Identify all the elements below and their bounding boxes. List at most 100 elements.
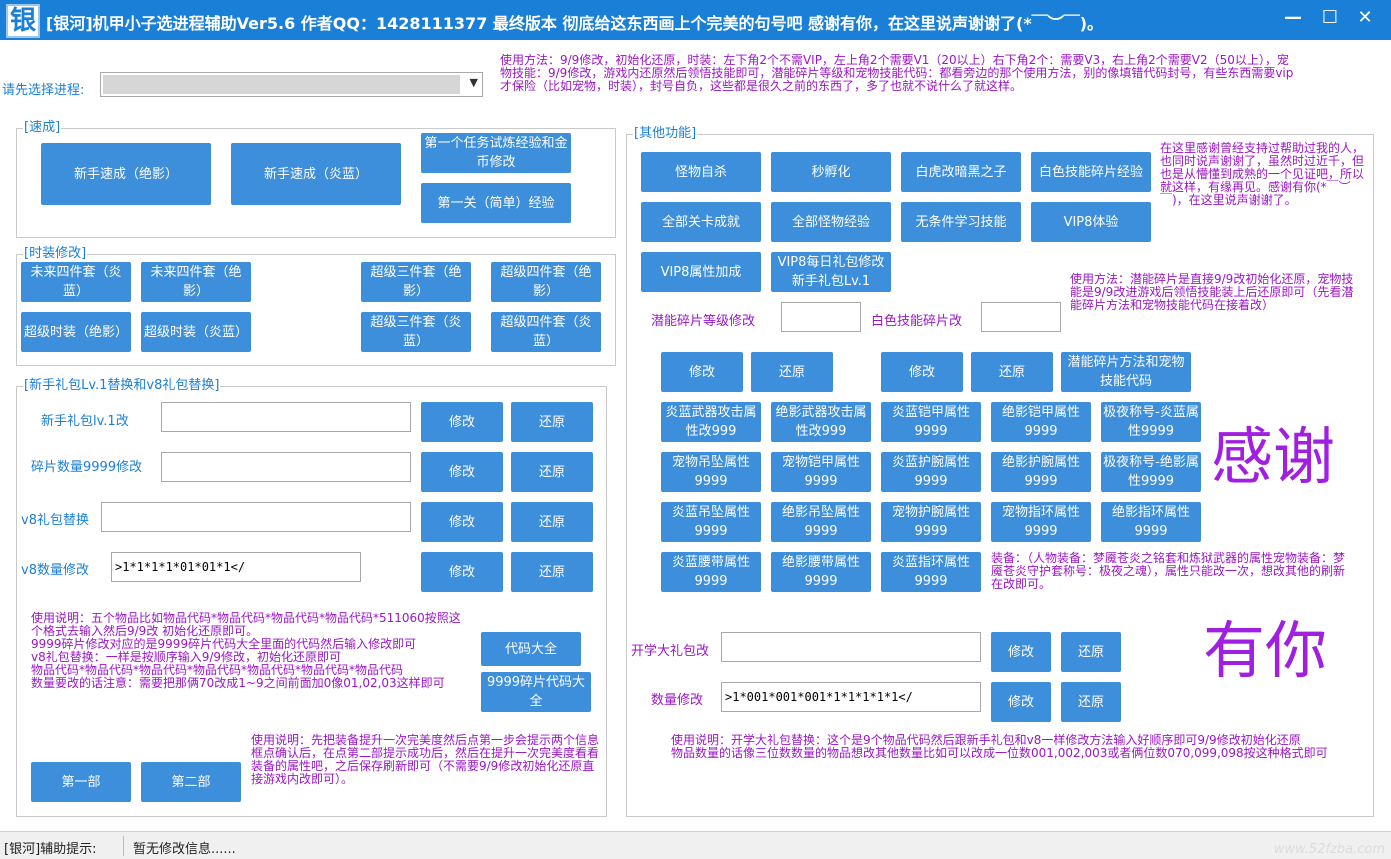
thanks-note: 在这里感谢曾经支持过帮助过我的人，也同时说声谢谢了，虽然时过近千，但也是从懵懂到… — [1160, 141, 1365, 207]
gift-row2-label: 碎片数量9999修改 — [31, 460, 143, 475]
process-select-value — [103, 75, 460, 94]
equip-button-14[interactable]: 宠物指环属性9999 — [991, 502, 1091, 542]
school-gift-label: 开学大礼包改 — [631, 644, 710, 659]
process-label: 请先选择进程: — [2, 83, 85, 98]
equip-button-15[interactable]: 绝影指环属性9999 — [1101, 502, 1201, 542]
part-usage-note: 使用说明：先把装备提升一次完美度然后点第一步会提示两个信息框点确认后，在点第二部… — [251, 733, 600, 786]
equip-button-10[interactable]: 极夜称号-绝影属性9999 — [1101, 452, 1201, 492]
speed-yanlan-button[interactable]: 新手速成（炎蓝） — [231, 143, 401, 205]
equip-button-5[interactable]: 极夜称号-炎蓝属性9999 — [1101, 402, 1201, 442]
equip-button-18[interactable]: 炎蓝指环属性9999 — [881, 552, 981, 592]
fashion-button-8[interactable]: 超级四件套（炎蓝） — [491, 312, 601, 352]
monster-suicide-button[interactable]: 怪物自杀 — [641, 152, 761, 192]
v8-count-input[interactable]: >1*1*1*1*01*01*1</ — [111, 552, 361, 582]
big-you-text: 有你 — [1203, 614, 1328, 687]
minimize-icon[interactable]: — — [1278, 6, 1308, 32]
big-thanks-text: 感谢 — [1211, 420, 1336, 493]
count-restore-button[interactable]: 还原 — [1061, 682, 1121, 722]
gift-row3-label: v8礼包替换 — [21, 513, 89, 528]
part1-button[interactable]: 第一部 — [31, 762, 131, 802]
status-bar: [银河]辅助提示: 暂无修改信息...... www.52fzba.com — [0, 831, 1391, 859]
white-shard-exp-button[interactable]: 白色技能碎片经验 — [1031, 152, 1151, 192]
count-label: 数量修改 — [651, 693, 704, 708]
school-gift-input[interactable] — [721, 632, 981, 662]
equip-button-17[interactable]: 绝影腰带属性9999 — [771, 552, 871, 592]
school-restore-button[interactable]: 还原 — [1061, 632, 1121, 672]
code-list-button[interactable]: 代码大全 — [481, 632, 581, 666]
count-input[interactable]: >1*001*001*001*1*1*1*1*1</ — [721, 682, 981, 712]
fashion-button-1[interactable]: 未来四件套（炎蓝） — [21, 262, 131, 302]
potential-usage-note: 使用方法：潜能碎片是直接9/9改初始化还原，宠物技能是9/9改进游戏后领悟技能装… — [1070, 272, 1354, 312]
all-monster-exp-button[interactable]: 全部怪物经验 — [771, 202, 891, 242]
equip-button-16[interactable]: 炎蓝腰带属性9999 — [661, 552, 761, 592]
school-usage-note: 使用说明：开学大礼包替换：这个是9个物品代码然后跟新手礼包和v8一样修改方法输入… — [671, 733, 1328, 760]
vip8-attr-button[interactable]: VIP8属性加成 — [641, 252, 761, 292]
instant-hatch-button[interactable]: 秒孵化 — [771, 152, 891, 192]
maximize-icon[interactable]: ☐ — [1315, 6, 1345, 32]
gift-row3-modify-button[interactable]: 修改 — [421, 502, 503, 542]
equip-button-4[interactable]: 绝影铠甲属性9999 — [991, 402, 1091, 442]
white-restore-button[interactable]: 还原 — [971, 352, 1053, 392]
watermark-text: www.52fzba.com — [1273, 842, 1385, 857]
process-select[interactable]: ▼ — [100, 72, 483, 97]
fashion-button-3[interactable]: 超级三件套（绝影） — [361, 262, 471, 302]
close-icon[interactable]: ✕ — [1350, 6, 1380, 32]
chevron-down-icon[interactable]: ▼ — [470, 76, 478, 89]
status-message: 暂无修改信息...... — [133, 842, 236, 857]
white-modify-button[interactable]: 修改 — [881, 352, 963, 392]
tiger-change-button[interactable]: 白虎改暗黑之子 — [901, 152, 1021, 192]
fashion-button-6[interactable]: 超级时装（炎蓝） — [141, 312, 251, 352]
fashion-button-4[interactable]: 超级四件套（绝影） — [491, 262, 601, 302]
v8-gift-input[interactable] — [101, 502, 411, 532]
gift-lv1-input[interactable] — [161, 402, 411, 432]
gift-row3-restore-button[interactable]: 还原 — [511, 502, 593, 542]
top-usage-note: 使用方法：9/9修改，初始化还原，时装：左下角2个不需VIP，左上角2个需要V1… — [500, 53, 1294, 93]
first-task-exp-button[interactable]: 第一个任务试炼经验和金币修改 — [421, 133, 571, 173]
count-modify-button[interactable]: 修改 — [991, 682, 1051, 722]
learn-skill-button[interactable]: 无条件学习技能 — [901, 202, 1021, 242]
potential-restore-button[interactable]: 还原 — [751, 352, 833, 392]
part2-button[interactable]: 第二部 — [141, 762, 241, 802]
equip-button-6[interactable]: 宠物吊坠属性9999 — [661, 452, 761, 492]
potential-modify-button[interactable]: 修改 — [661, 352, 743, 392]
gift-row2-modify-button[interactable]: 修改 — [421, 452, 503, 492]
title-bar: 银 [银河]机甲小子选进程辅助Ver5.6 作者QQ：1428111377 最终… — [0, 0, 1391, 40]
potential-input[interactable] — [781, 302, 861, 332]
fashion-group-title: [时装修改] — [23, 246, 88, 262]
window-title: [银河]机甲小子选进程辅助Ver5.6 作者QQ：1428111377 最终版本… — [46, 14, 1104, 33]
fashion-button-7[interactable]: 超级三件套（炎蓝） — [361, 312, 471, 352]
vip8-trial-button[interactable]: VIP8体验 — [1031, 202, 1151, 242]
fashion-button-2[interactable]: 未来四件套（绝影） — [141, 262, 251, 302]
equip-button-2[interactable]: 绝影武器攻击属性改999 — [771, 402, 871, 442]
fashion-button-5[interactable]: 超级时装（绝影） — [21, 312, 131, 352]
other-group-title: [其他功能] — [633, 126, 698, 142]
shard-code-list-button[interactable]: 9999碎片代码大全 — [481, 672, 591, 712]
equip-button-13[interactable]: 宠物护腕属性9999 — [881, 502, 981, 542]
gift-group-title: [新手礼包Lv.1替换和v8礼包替换] — [23, 378, 221, 394]
level1-exp-button[interactable]: 第一关（简单）经验 — [421, 183, 571, 223]
speed-jueying-button[interactable]: 新手速成（绝影） — [41, 143, 211, 205]
equip-button-12[interactable]: 绝影吊坠属性9999 — [771, 502, 871, 542]
equip-button-8[interactable]: 炎蓝护腕属性9999 — [881, 452, 981, 492]
status-divider — [123, 836, 124, 856]
gift-row4-restore-button[interactable]: 还原 — [511, 552, 593, 592]
gift-row4-label: v8数量修改 — [21, 563, 89, 578]
gift-row4-modify-button[interactable]: 修改 — [421, 552, 503, 592]
equip-button-1[interactable]: 炎蓝武器攻击属性改999 — [661, 402, 761, 442]
white-shard-input[interactable] — [981, 302, 1061, 332]
equip-button-9[interactable]: 绝影护腕属性9999 — [991, 452, 1091, 492]
school-modify-button[interactable]: 修改 — [991, 632, 1051, 672]
equip-button-11[interactable]: 炎蓝吊坠属性9999 — [661, 502, 761, 542]
equip-button-7[interactable]: 宠物铠甲属性9999 — [771, 452, 871, 492]
equip-note: 装备：（人物装备：梦魇苍炎之铭套和炼狱武器的属性宠物装备：梦魇苍炎守护套称号：极… — [991, 551, 1346, 591]
gift-row1-modify-button[interactable]: 修改 — [421, 402, 503, 442]
all-levels-button[interactable]: 全部关卡成就 — [641, 202, 761, 242]
gift-row2-restore-button[interactable]: 还原 — [511, 452, 593, 492]
equip-button-3[interactable]: 炎蓝铠甲属性9999 — [881, 402, 981, 442]
shard-count-input[interactable] — [161, 452, 411, 482]
gift-usage-note: 使用说明：五个物品比如物品代码*物品代码*物品代码*物品代码*511060按照这… — [31, 611, 461, 690]
gift-row1-restore-button[interactable]: 还原 — [511, 402, 593, 442]
potential-method-button[interactable]: 潜能碎片方法和宠物技能代码 — [1061, 352, 1191, 392]
speed-group-title: [速成] — [23, 120, 62, 136]
vip8-daily-button[interactable]: VIP8每日礼包修改新手礼包Lv.1 — [771, 252, 891, 292]
